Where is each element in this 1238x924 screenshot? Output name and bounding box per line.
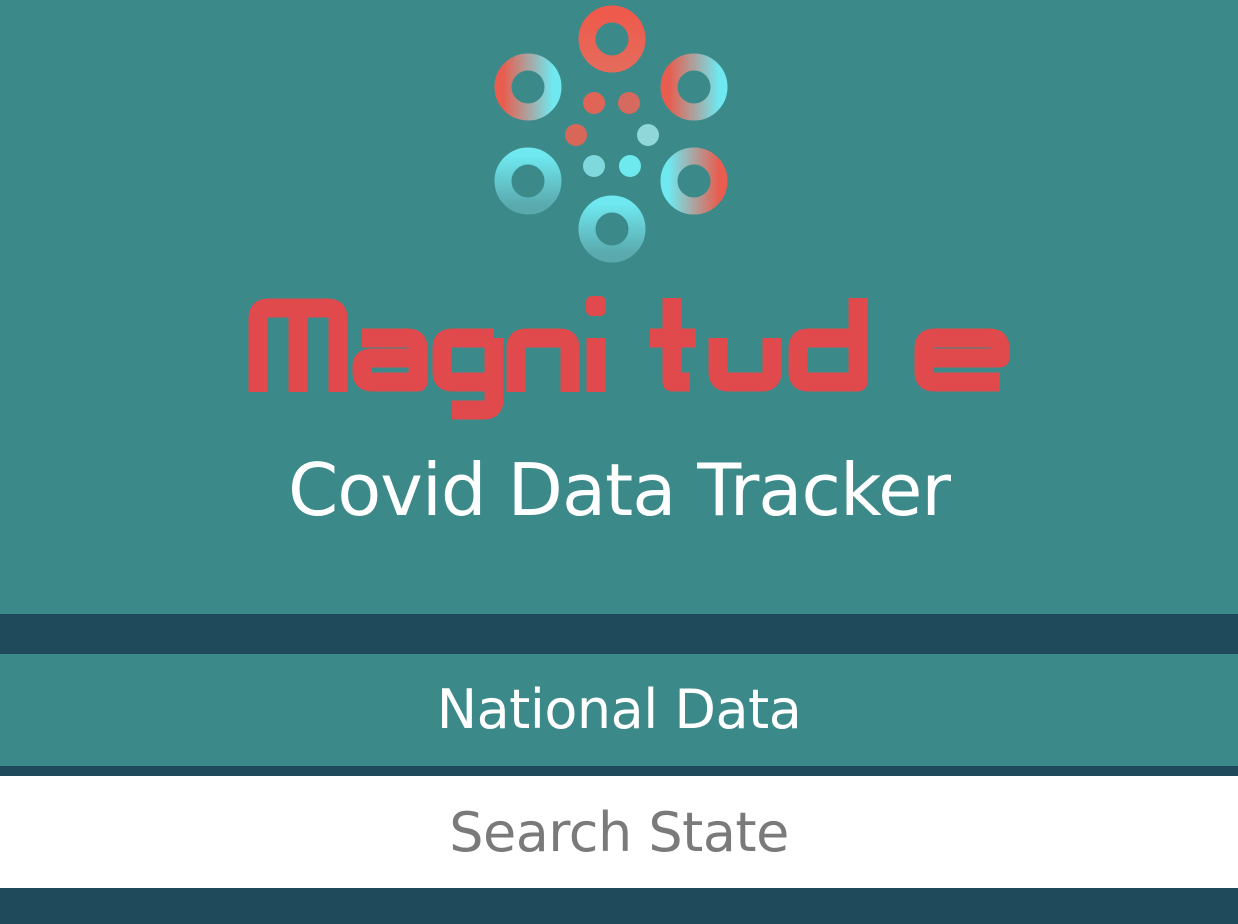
divider-band [0,766,1238,776]
ring-cluster-logo-icon [494,5,728,263]
divider-band [0,614,1238,654]
magnitude-logo [248,5,1010,420]
national-data-button[interactable]: National Data [0,654,1238,766]
divider-band [0,888,1238,924]
magnitude-wordmark [248,298,1010,420]
wordmark-i-dot [586,296,606,316]
search-state-input[interactable] [0,776,1238,888]
app-header: Covid Data Tracker [0,0,1238,614]
app-subtitle: Covid Data Tracker [287,448,951,532]
